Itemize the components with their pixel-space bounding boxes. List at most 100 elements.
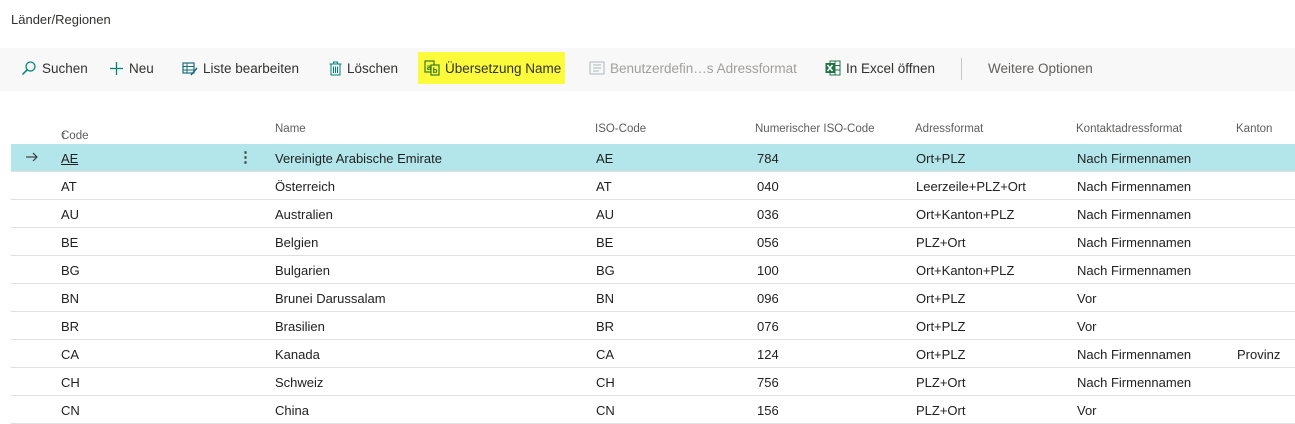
name-cell: Bulgarien <box>275 263 330 278</box>
name-cell: Australien <box>275 207 333 222</box>
more-options-button[interactable]: Weitere Optionen <box>988 52 1093 84</box>
contact-address-format-cell: Nach Firmennamen <box>1077 235 1192 250</box>
contact-address-format-cell: Nach Firmennamen <box>1077 207 1192 222</box>
translation-icon: ab <box>424 60 440 76</box>
search-icon <box>21 61 36 76</box>
contact-address-format-cell: Vor <box>1077 403 1097 418</box>
numeric-iso-code-cell: 096 <box>757 291 779 306</box>
iso-code-cell: CA <box>596 347 615 362</box>
edit-list-icon <box>182 61 198 76</box>
code-cell[interactable]: BE <box>61 235 78 250</box>
numeric-iso-code-cell: 156 <box>757 403 779 418</box>
iso-code-cell: AU <box>596 207 615 222</box>
address-format-cell: PLZ+Ort <box>916 375 966 390</box>
code-cell[interactable]: CA <box>61 347 79 362</box>
delete-button[interactable]: Löschen <box>329 52 398 84</box>
name-cell: Vereinigte Arabische Emirate <box>275 151 442 166</box>
more-options-label: Weitere Optionen <box>988 60 1093 76</box>
table-row[interactable]: BG Bulgarien BG 100 Ort+Kanton+PLZ Nach Firme… <box>11 256 1295 284</box>
open-in-excel-button[interactable]: In Excel öffnen <box>825 52 935 84</box>
iso-code-cell: BR <box>596 319 615 334</box>
custom-address-format-label: Benutzerdefin…s Adressformat <box>610 60 797 76</box>
contact-address-format-cell: Vor <box>1077 291 1097 306</box>
iso-code-cell: BE <box>596 235 614 250</box>
edit-list-label: Liste bearbeiten <box>203 60 300 76</box>
canton-cell: Provinz <box>1237 347 1281 362</box>
column-header-name[interactable]: Name <box>275 123 306 135</box>
action-bar: Suchen Neu Liste bearbeiten Löschen ab Ü… <box>0 48 1295 91</box>
address-format-cell: PLZ+Ort <box>916 235 966 250</box>
table-row[interactable]: BN Brunei Darussalam BN 096 Ort+PLZ Vor <box>11 284 1295 312</box>
address-format-cell: Ort+PLZ <box>916 319 966 334</box>
table-row[interactable]: CN China CN 156 PLZ+Ort Vor <box>11 396 1295 424</box>
iso-code-cell: BN <box>596 291 615 306</box>
address-format-cell: Leerzeile+PLZ+Ort <box>916 179 1026 194</box>
address-format-cell: Ort+PLZ <box>916 291 966 306</box>
code-cell[interactable]: BR <box>61 319 79 334</box>
numeric-iso-code-cell: 040 <box>757 179 779 194</box>
code-cell[interactable]: AT <box>61 179 77 194</box>
iso-code-cell: AE <box>596 151 614 166</box>
code-cell[interactable]: CH <box>61 375 80 390</box>
address-format-cell: Ort+PLZ <box>916 151 966 166</box>
custom-address-format-button[interactable]: Benutzerdefin…s Adressformat <box>589 52 797 84</box>
trash-icon <box>329 61 342 75</box>
name-cell: Schweiz <box>275 375 324 390</box>
numeric-iso-code-cell: 036 <box>757 207 779 222</box>
table-row[interactable]: ⋮ AE Vereinigte Arabische Emirate AE 784 Ort+… <box>11 144 1295 172</box>
excel-icon <box>825 60 841 76</box>
code-cell[interactable]: CN <box>61 403 80 418</box>
column-header-address-format[interactable]: Adressformat <box>915 123 983 135</box>
name-cell: Belgien <box>275 235 319 250</box>
new-button[interactable]: Neu <box>109 52 154 84</box>
edit-list-button[interactable]: Liste bearbeiten <box>182 52 299 84</box>
current-row-arrow-icon <box>26 152 38 162</box>
address-format-cell: PLZ+Ort <box>916 403 966 418</box>
table-header: Code ↑ Name ISO-Code Numerischer ISO-Cod… <box>11 116 1295 144</box>
row-actions-icon[interactable]: ⋮ <box>238 148 253 166</box>
numeric-iso-code-cell: 056 <box>757 235 779 250</box>
table-body: ⋮ AE Vereinigte Arabische Emirate AE 784 Ort+… <box>11 144 1295 424</box>
name-cell: Brasilien <box>275 319 325 334</box>
table-row[interactable]: AU Australien AU 036 Ort+Kanton+PLZ Nach Firm… <box>11 200 1295 228</box>
address-format-cell: Ort+PLZ <box>916 347 966 362</box>
iso-code-cell: AT <box>596 179 612 194</box>
translation-label: Übersetzung Name <box>445 60 562 76</box>
iso-code-cell: BG <box>596 263 615 278</box>
numeric-iso-code-cell: 100 <box>757 263 779 278</box>
name-cell: Brunei Darussalam <box>275 291 386 306</box>
column-header-canton[interactable]: Kanton <box>1236 123 1272 135</box>
table-row[interactable]: CH Schweiz CH 756 PLZ+Ort Nach Firmennamen <box>11 368 1295 396</box>
column-header-contact-address-format[interactable]: Kontaktadressformat <box>1076 123 1182 135</box>
open-in-excel-label: In Excel öffnen <box>846 60 936 76</box>
table-row[interactable]: BR Brasilien BR 076 Ort+PLZ Vor <box>11 312 1295 340</box>
column-header-iso-code[interactable]: ISO-Code <box>595 123 646 135</box>
column-header-numeric-iso-code[interactable]: Numerischer ISO-Code <box>755 123 875 135</box>
new-label: Neu <box>129 60 154 76</box>
code-cell[interactable]: AE <box>61 151 78 166</box>
code-cell[interactable]: AU <box>61 207 79 222</box>
code-cell[interactable]: BN <box>61 291 79 306</box>
search-label: Suchen <box>42 60 88 76</box>
contact-address-format-cell: Vor <box>1077 319 1097 334</box>
countries-table: Code ↑ Name ISO-Code Numerischer ISO-Cod… <box>11 116 1295 424</box>
numeric-iso-code-cell: 756 <box>757 375 779 390</box>
plus-icon <box>110 61 123 75</box>
contact-address-format-cell: Nach Firmennamen <box>1077 375 1192 390</box>
table-row[interactable]: BE Belgien BE 056 PLZ+Ort Nach Firmennamen <box>11 228 1295 256</box>
svg-text:b: b <box>433 67 438 75</box>
table-row[interactable]: AT Österreich AT 040 Leerzeile+PLZ+Ort Nach F… <box>11 172 1295 200</box>
contact-address-format-cell: Nach Firmennamen <box>1077 179 1192 194</box>
name-cell: Kanada <box>275 347 320 362</box>
address-format-icon <box>589 61 605 75</box>
contact-address-format-cell: Nach Firmennamen <box>1077 263 1192 278</box>
address-format-cell: Ort+Kanton+PLZ <box>916 207 1015 222</box>
code-cell[interactable]: BG <box>61 263 80 278</box>
search-button[interactable]: Suchen <box>21 52 88 84</box>
name-cell: Österreich <box>275 179 335 194</box>
table-row[interactable]: CA Kanada CA 124 Ort+PLZ Nach Firmennamen Prov… <box>11 340 1295 368</box>
translation-name-button[interactable]: ab Übersetzung Name <box>418 52 566 84</box>
contact-address-format-cell: Nach Firmennamen <box>1077 347 1192 362</box>
numeric-iso-code-cell: 124 <box>757 347 779 362</box>
iso-code-cell: CH <box>596 375 615 390</box>
